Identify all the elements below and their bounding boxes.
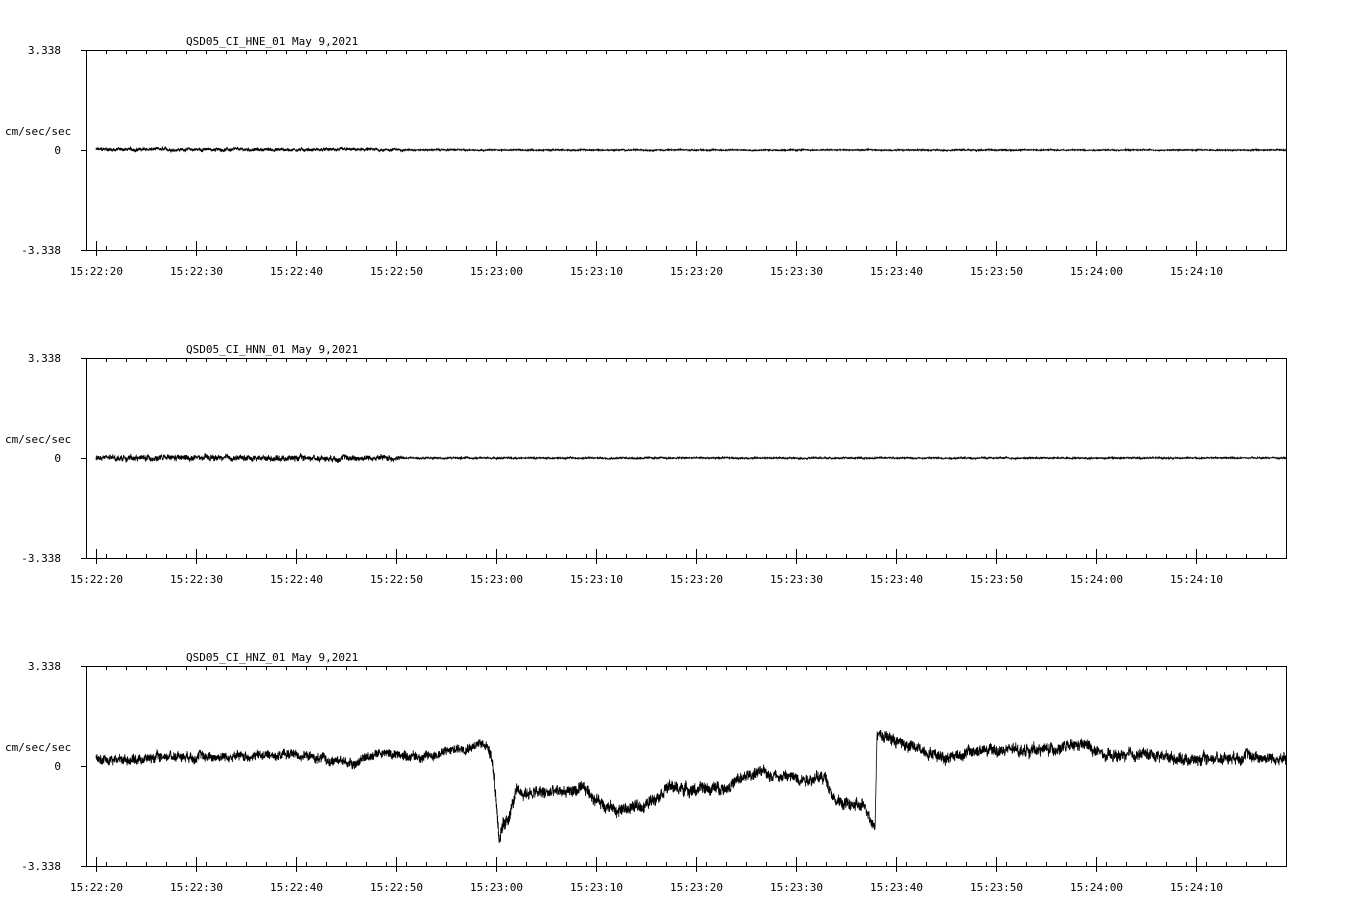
y-axis-label: cm/sec/sec bbox=[5, 741, 71, 754]
seismogram-chart: QSD05_CI_HNE_01 May 9,2021 cm/sec/sec 3.33… bbox=[0, 0, 1358, 924]
x-tick-label: 15:23:00 bbox=[470, 573, 523, 586]
x-tick-label: 15:23:10 bbox=[570, 881, 623, 894]
waveform-trace bbox=[96, 730, 1286, 843]
y-tick-label: 0 bbox=[54, 452, 61, 465]
x-tick-label: 15:22:40 bbox=[270, 881, 323, 894]
x-tick-label: 15:24:10 bbox=[1170, 881, 1223, 894]
channel-panel-3: QSD05_CI_HNZ_01 May 9,2021 cm/sec/sec 3.33… bbox=[5, 651, 1287, 894]
x-tick-label: 15:22:20 bbox=[70, 265, 123, 278]
waveform-trace bbox=[96, 147, 1286, 152]
x-tick-label: 15:23:00 bbox=[470, 265, 523, 278]
x-tick-label: 15:23:20 bbox=[670, 265, 723, 278]
y-tick-label: 0 bbox=[54, 760, 61, 773]
x-tick-label: 15:24:00 bbox=[1070, 573, 1123, 586]
y-tick-label: 0 bbox=[54, 144, 61, 157]
x-tick-label: 15:22:20 bbox=[70, 573, 123, 586]
x-tick-label: 15:22:20 bbox=[70, 881, 123, 894]
channel-panel-1: QSD05_CI_HNE_01 May 9,2021 cm/sec/sec 3.33… bbox=[5, 35, 1287, 278]
x-tick-label: 15:22:50 bbox=[370, 573, 423, 586]
x-tick-label: 15:22:50 bbox=[370, 881, 423, 894]
x-tick-label: 15:22:30 bbox=[170, 573, 223, 586]
y-tick-label: -3.338 bbox=[21, 552, 61, 565]
x-tick-label: 15:23:30 bbox=[770, 265, 823, 278]
plot-frame bbox=[87, 667, 1287, 867]
x-tick-label: 15:23:00 bbox=[470, 881, 523, 894]
x-tick-label: 15:23:30 bbox=[770, 573, 823, 586]
y-tick-label: 3.338 bbox=[28, 352, 61, 365]
x-tick-label: 15:23:50 bbox=[970, 265, 1023, 278]
x-minor-ticks bbox=[87, 666, 1287, 866]
x-tick-label: 15:23:10 bbox=[570, 265, 623, 278]
x-tick-label: 15:23:20 bbox=[670, 573, 723, 586]
x-tick-label: 15:23:10 bbox=[570, 573, 623, 586]
y-axis-label: cm/sec/sec bbox=[5, 125, 71, 138]
chart-title: QSD05_CI_HNE_01 May 9,2021 bbox=[186, 35, 358, 48]
x-tick-label: 15:23:50 bbox=[970, 573, 1023, 586]
channel-panel-2: QSD05_CI_HNN_01 May 9,2021 cm/sec/sec 3.33… bbox=[5, 343, 1287, 586]
chart-title: QSD05_CI_HNN_01 May 9,2021 bbox=[186, 343, 358, 356]
x-tick-label: 15:24:10 bbox=[1170, 265, 1223, 278]
x-tick-label: 15:23:30 bbox=[770, 881, 823, 894]
y-tick-label: -3.338 bbox=[21, 860, 61, 873]
x-tick-label: 15:23:20 bbox=[670, 881, 723, 894]
x-tick-label: 15:23:40 bbox=[870, 881, 923, 894]
x-tick-label: 15:24:10 bbox=[1170, 573, 1223, 586]
x-tick-label: 15:23:40 bbox=[870, 573, 923, 586]
chart-title: QSD05_CI_HNZ_01 May 9,2021 bbox=[186, 651, 358, 664]
y-tick-label: 3.338 bbox=[28, 44, 61, 57]
x-tick-label: 15:22:40 bbox=[270, 573, 323, 586]
x-tick-label: 15:22:40 bbox=[270, 265, 323, 278]
x-tick-label: 15:23:40 bbox=[870, 265, 923, 278]
y-tick-label: 3.338 bbox=[28, 660, 61, 673]
x-tick-label: 15:22:30 bbox=[170, 881, 223, 894]
x-tick-label: 15:22:50 bbox=[370, 265, 423, 278]
y-axis-label: cm/sec/sec bbox=[5, 433, 71, 446]
waveform-trace bbox=[96, 453, 1286, 463]
x-tick-label: 15:24:00 bbox=[1070, 265, 1123, 278]
x-tick-label: 15:23:50 bbox=[970, 881, 1023, 894]
x-tick-label: 15:24:00 bbox=[1070, 881, 1123, 894]
x-tick-label: 15:22:30 bbox=[170, 265, 223, 278]
y-tick-label: -3.338 bbox=[21, 244, 61, 257]
